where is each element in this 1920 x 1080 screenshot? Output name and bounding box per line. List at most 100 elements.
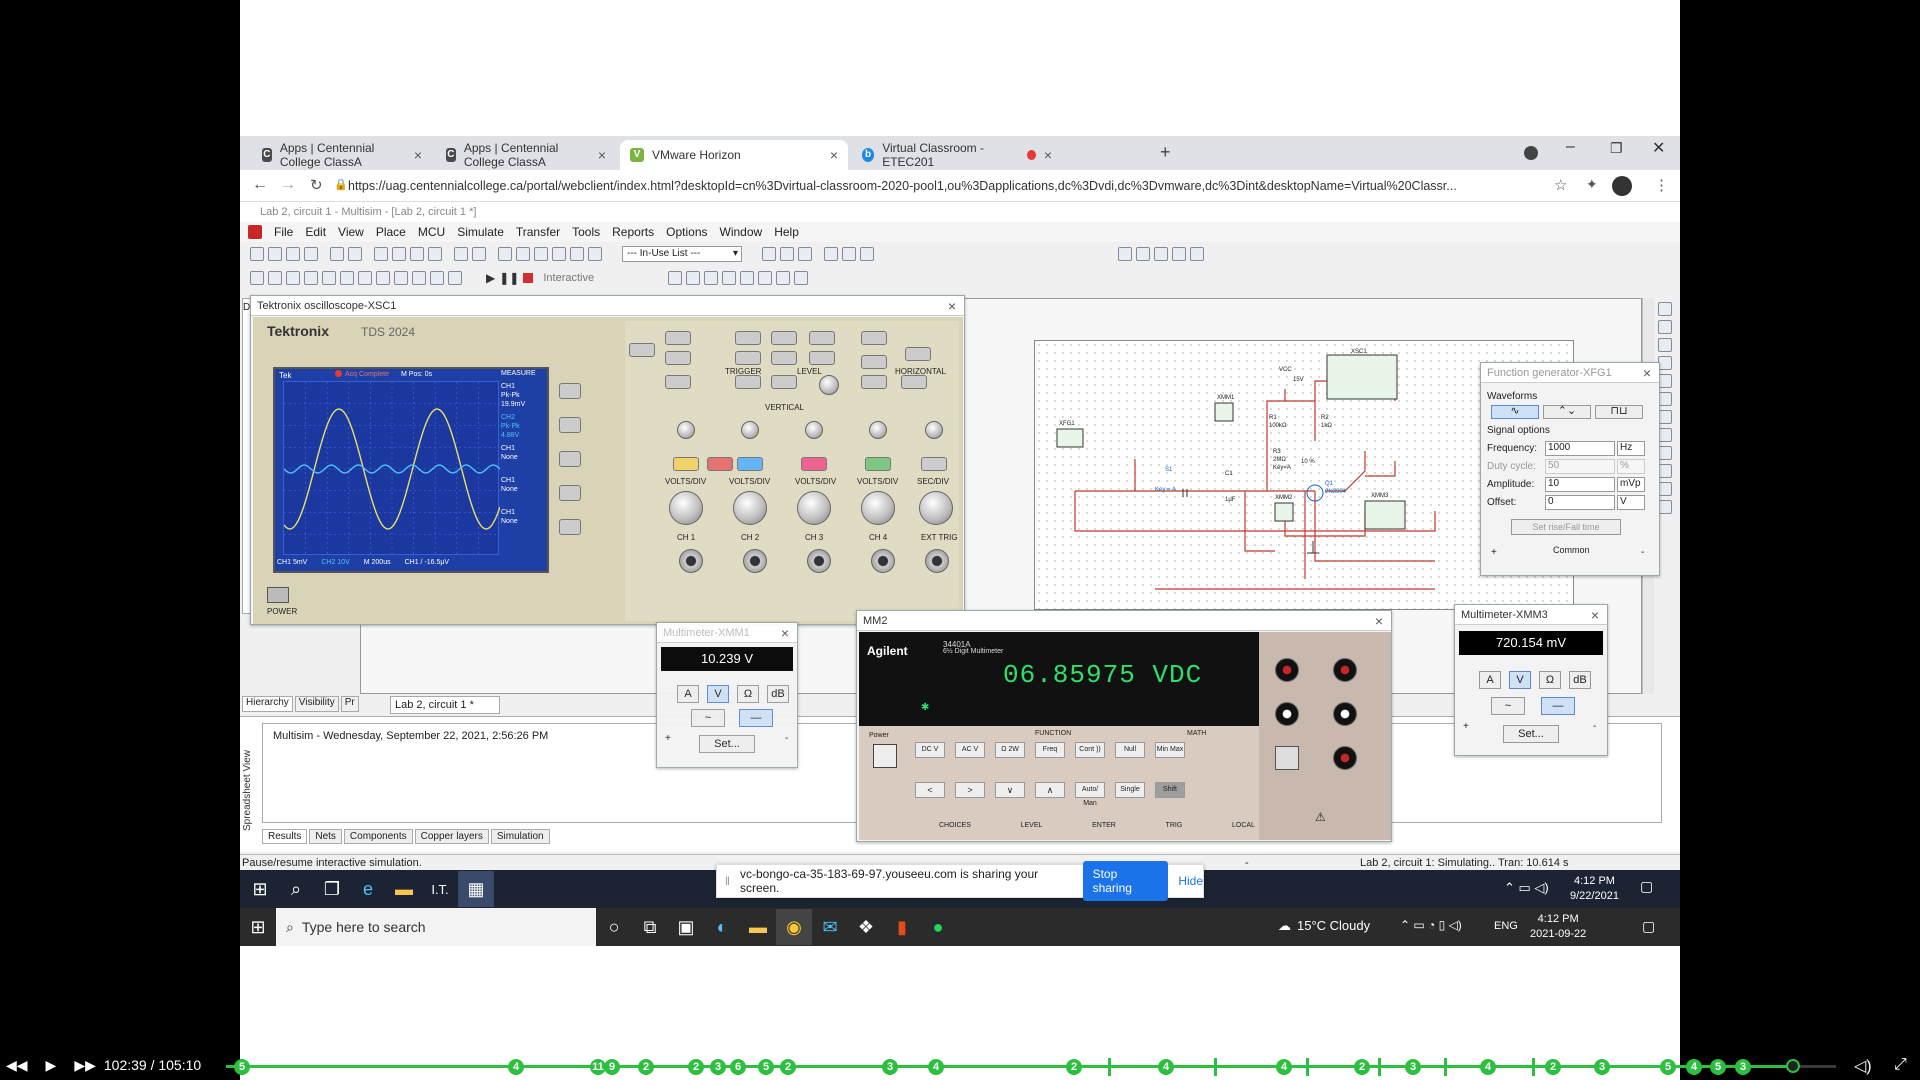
run-stop-button[interactable] [905,347,931,361]
copy-icon[interactable] [392,247,406,261]
ch1-position-knob[interactable] [677,421,695,439]
horizontal-position-knob[interactable] [925,421,943,439]
misc-icon[interactable] [430,271,444,285]
zoom-sheet-icon[interactable] [1172,247,1186,261]
close-icon[interactable]: × [598,147,606,163]
amplitude-field[interactable]: 10 [1545,476,1615,492]
grapher-icon[interactable] [570,247,584,261]
search-icon[interactable]: ⌕ [278,871,314,907]
xmm3-ammeter-button[interactable]: A [1479,671,1501,689]
new-icon[interactable] [250,247,264,261]
chapter-marker[interactable]: 5 [758,1059,774,1075]
ch4-position-knob[interactable] [869,421,887,439]
diode-icon[interactable] [286,271,300,285]
chapter-marker[interactable]: 6 [730,1059,746,1075]
close-icon[interactable]: × [414,147,422,163]
oscilloscope-icon[interactable] [1658,356,1672,370]
ttl-icon[interactable] [340,271,354,285]
set-to-50-button[interactable] [735,375,761,389]
ch1-volts-div-knob[interactable] [669,491,703,525]
xmm3-voltmeter-button[interactable]: V [1509,671,1531,689]
menu-simulate[interactable]: Simulate [457,225,504,239]
fg-title-bar[interactable]: Function generator-XFG1 × [1481,363,1659,383]
instrument-icon[interactable] [740,271,755,285]
back-icon[interactable]: ← [252,176,268,194]
right-key[interactable]: > [955,782,985,798]
chapter-marker[interactable]: 5 [1710,1059,1726,1075]
basic-icon[interactable] [268,271,282,285]
zoom-out-icon[interactable] [1136,247,1150,261]
open-sample-icon[interactable] [286,247,300,261]
default-setup-button[interactable] [809,351,835,365]
paste-icon[interactable] [410,247,424,261]
iv-analyzer-icon[interactable] [1658,482,1672,496]
distortion-analyzer-icon[interactable] [1658,500,1672,514]
ch2-bnc-connector[interactable] [743,549,767,573]
ie-icon[interactable]: e [350,871,386,907]
close-icon[interactable]: × [1044,147,1052,163]
print-preview-icon[interactable] [348,247,362,261]
volume-icon[interactable]: ◁) [1854,1056,1872,1076]
pause-icon[interactable]: ❚❚ [499,271,519,285]
taskbar-search-box[interactable]: ⌕ Type here to search [276,908,596,946]
xmm1-ohmmeter-button[interactable]: Ω [737,685,759,703]
forward-icon[interactable]: → [280,176,296,194]
transfer-icon[interactable] [780,247,794,261]
horiz-menu-button[interactable] [901,375,927,389]
print-icon[interactable] [330,247,344,261]
ch4-menu-button[interactable] [865,457,891,471]
windows-icon[interactable]: ⊞ [240,909,276,945]
view-toggle-icon[interactable] [498,247,512,261]
bookmark-star-icon[interactable]: ☆ [1554,176,1567,194]
bode-plotter-icon[interactable] [1658,392,1672,406]
xmm1-dc-button[interactable]: — [739,709,773,727]
xmm1-db-button[interactable]: dB [767,685,789,703]
tab-nets[interactable]: Nets [309,829,342,844]
chrome-menu-icon[interactable]: ⋮ [1654,176,1669,194]
indicator-icon[interactable] [394,271,408,285]
instrument-icon[interactable] [794,271,809,285]
open-icon[interactable] [268,247,282,261]
chapter-marker[interactable]: 9 [604,1059,620,1075]
fullscreen-icon[interactable] [1190,247,1204,261]
xmm3-ohmmeter-button[interactable]: Ω [1539,671,1561,689]
set-rise-fall-button[interactable]: Set rise/Fall time [1511,519,1621,535]
xmm3-set-button[interactable]: Set... [1503,725,1559,743]
trig-menu-button[interactable] [665,375,691,389]
instrument-icon[interactable] [704,271,719,285]
chapter-marker[interactable]: 2 [1354,1059,1370,1075]
chapter-marker[interactable]: 3 [1594,1059,1610,1075]
ch3-volts-div-knob[interactable] [797,491,831,525]
ultiboard-icon[interactable] [798,247,812,261]
doc-tab[interactable]: Lab 2, circuit 1 * [390,696,500,714]
windows-icon[interactable]: ⊞ [242,871,278,907]
current-terminal[interactable] [1333,746,1357,770]
close-icon[interactable]: × [781,625,789,641]
acv-key[interactable]: AC V [955,742,985,758]
notification-icon[interactable]: ▢ [1642,918,1655,935]
url-field[interactable]: https://uag.centennialcollege.ca/portal/… [348,174,1598,198]
menu-window[interactable]: Window [720,225,763,239]
play-icon[interactable]: ▶ [46,1057,57,1074]
xmm3-ac-button[interactable]: ~ [1491,697,1525,715]
chapter-marker[interactable]: 4 [508,1059,524,1075]
four-channel-scope-icon[interactable] [1658,374,1672,388]
chapter-marker[interactable]: 4 [1686,1059,1702,1075]
front-rear-switch[interactable] [1275,746,1299,770]
cut-icon[interactable] [374,247,388,261]
force-trig-button[interactable] [771,375,797,389]
save-icon[interactable] [304,247,318,261]
chapter-tick[interactable] [1214,1058,1217,1076]
database-icon[interactable] [534,247,548,261]
tab-visibility[interactable]: Visibility [294,696,339,712]
new-tab-icon[interactable]: + [1160,142,1171,163]
shift-key[interactable]: Shift [1155,782,1185,798]
dropbox-icon[interactable]: ❖ [848,909,884,945]
component-wizard-icon[interactable] [552,247,566,261]
instrument-icon[interactable] [758,271,773,285]
sense-hi-terminal[interactable] [1333,658,1357,682]
postprocessor-icon[interactable] [588,247,602,261]
sense-lo-terminal[interactable] [1333,702,1357,726]
option-button-5[interactable] [559,519,581,535]
xmm1-title-bar[interactable]: Multimeter-XMM1 × [657,623,797,643]
